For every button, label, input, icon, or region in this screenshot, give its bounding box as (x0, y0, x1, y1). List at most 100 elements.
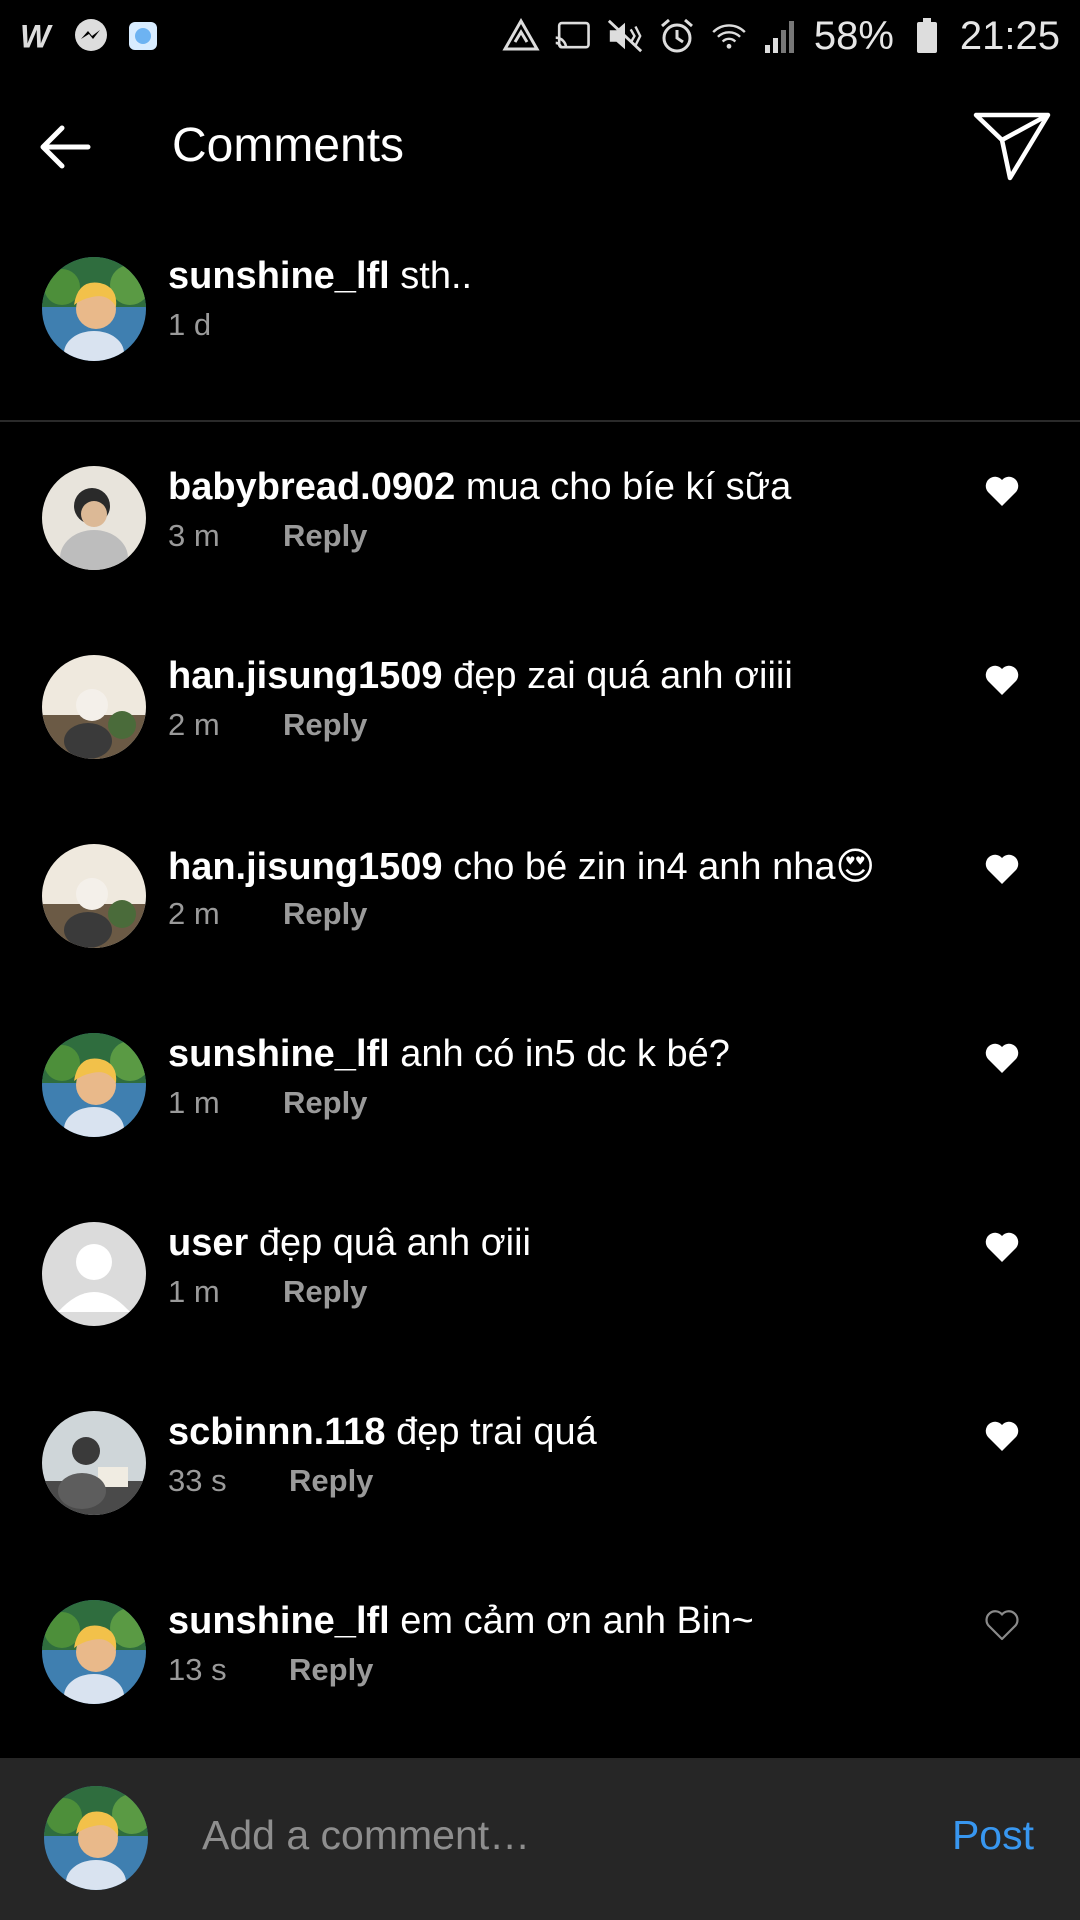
comment-time: 2 m (168, 707, 220, 742)
caption-text: sth.. (400, 255, 473, 297)
back-arrow-icon (40, 125, 91, 169)
comment-text: đẹp zai quá anh ơiiii (453, 655, 793, 697)
status-bar-left: W (20, 17, 162, 55)
avatar[interactable] (42, 1033, 146, 1137)
divider (0, 420, 1080, 422)
comment-meta: 1 m Reply (168, 1274, 367, 1310)
reply-button[interactable]: Reply (283, 896, 367, 932)
like-button[interactable] (984, 1230, 1020, 1264)
my-avatar (44, 1786, 148, 1890)
reply-button[interactable]: Reply (283, 1085, 367, 1121)
signal-icon (762, 17, 800, 55)
like-button[interactable] (984, 663, 1020, 697)
messenger-icon (72, 17, 110, 55)
comment-meta: 13 s Reply (168, 1652, 373, 1688)
wifi-icon (710, 17, 748, 55)
comment-time: 1 m (168, 1085, 220, 1120)
heart-outline-icon (985, 1610, 1019, 1641)
post-button[interactable]: Post (952, 1812, 1034, 1859)
status-bar-right: 58% 21:25 (502, 14, 1060, 59)
avatar[interactable] (42, 1411, 146, 1515)
comment-meta: 2 m Reply (168, 707, 367, 743)
cast-icon (554, 17, 592, 55)
comment-text-line: sunshine_lfl anh có in5 dc k bé? (168, 1033, 730, 1076)
clock: 21:25 (959, 13, 1060, 58)
comment-username[interactable]: scbinnn.118 (168, 1411, 386, 1453)
battery-percent: 58% (813, 13, 894, 58)
comment-meta: 3 m Reply (168, 518, 367, 554)
w-app-icon: W (20, 17, 58, 55)
comment-username[interactable]: han.jisung1509 (168, 846, 443, 888)
comment-row: scbinnn.118 đẹp trai quá 33 s Reply (0, 1411, 1080, 1561)
reply-button[interactable]: Reply (289, 1463, 373, 1499)
page-title: Comments (172, 119, 405, 172)
app-notification-icon (124, 17, 162, 55)
like-button[interactable] (984, 1041, 1020, 1075)
alarm-icon (658, 17, 696, 55)
comment-username[interactable]: sunshine_lfl (168, 1033, 390, 1075)
avatar[interactable] (42, 1600, 146, 1704)
top-bar: Comments (0, 90, 1080, 200)
avatar[interactable] (42, 1222, 146, 1326)
default-avatar-icon (42, 1222, 146, 1326)
mute-icon (606, 17, 644, 55)
avatar[interactable] (42, 466, 146, 570)
comment-row: han.jisung1509 cho bé zin in4 anh nha😍 2… (0, 844, 1080, 994)
reply-button[interactable]: Reply (283, 518, 367, 554)
comment-text: anh có in5 dc k bé? (400, 1033, 730, 1075)
like-button[interactable] (984, 1419, 1020, 1453)
avatar[interactable] (42, 257, 146, 361)
comment-text: em cảm ơn anh Bin~ (400, 1600, 754, 1642)
direct-share-button[interactable] (972, 110, 1052, 182)
comment-text-line: scbinnn.118 đẹp trai quá (168, 1411, 597, 1454)
reply-button[interactable]: Reply (283, 1274, 367, 1310)
comment-time: 13 s (168, 1652, 227, 1687)
comment-meta: 1 m Reply (168, 1085, 367, 1121)
like-button[interactable] (984, 474, 1020, 508)
comment-meta: 33 s Reply (168, 1463, 373, 1499)
like-button[interactable] (984, 1608, 1020, 1642)
comment-row: babybread.0902 mua cho bíe kí sữa 3 m Re… (0, 466, 1080, 616)
recycle-icon (502, 17, 540, 55)
comment-username[interactable]: sunshine_lfl (168, 1600, 390, 1642)
back-button[interactable] (36, 118, 94, 176)
heart-filled-icon (985, 476, 1019, 506)
battery-icon (908, 17, 946, 55)
post-caption: sunshine_lfl sth.. 1 d (0, 255, 1080, 420)
comment-row: sunshine_lfl em cảm ơn anh Bin~ 13 s Rep… (0, 1600, 1080, 1750)
comment-text: cho bé zin in4 anh nha😍 (453, 846, 876, 888)
comment-text: đẹp quâ anh ơiii (258, 1222, 531, 1264)
reply-button[interactable]: Reply (289, 1652, 373, 1688)
paper-plane-icon (973, 112, 1051, 181)
heart-filled-icon (985, 1421, 1019, 1451)
reply-button[interactable]: Reply (283, 707, 367, 743)
caption-username[interactable]: sunshine_lfl (168, 255, 390, 297)
comment-input[interactable]: Add a comment… (202, 1812, 530, 1859)
heart-filled-icon (985, 854, 1019, 884)
status-bar: W 58% 21:25 (0, 0, 1080, 72)
comment-text-line: user đẹp quâ anh ơiii (168, 1222, 531, 1265)
comment-text-line: babybread.0902 mua cho bíe kí sữa (168, 466, 791, 509)
comment-text-line: han.jisung1509 cho bé zin in4 anh nha😍 (168, 844, 875, 889)
caption-time: 1 d (168, 307, 212, 342)
comment-composer: Add a comment… Post (0, 1758, 1080, 1920)
comment-username[interactable]: han.jisung1509 (168, 655, 443, 697)
heart-filled-icon (985, 1043, 1019, 1073)
avatar[interactable] (42, 655, 146, 759)
comment-text: đẹp trai quá (396, 1411, 597, 1453)
comment-username[interactable]: user (168, 1222, 248, 1264)
comment-row: user đẹp quâ anh ơiii 1 m Reply (0, 1222, 1080, 1372)
heart-filled-icon (985, 1232, 1019, 1262)
comment-text: mua cho bíe kí sữa (465, 466, 792, 508)
comment-text-line: sunshine_lfl em cảm ơn anh Bin~ (168, 1600, 754, 1643)
svg-text:W: W (20, 19, 53, 53)
comment-time: 33 s (168, 1463, 227, 1498)
caption-text-line: sunshine_lfl sth.. (168, 255, 472, 298)
comment-time: 1 m (168, 1274, 220, 1309)
avatar[interactable] (42, 844, 146, 948)
comment-meta: 2 m Reply (168, 896, 367, 932)
like-button[interactable] (984, 852, 1020, 886)
heart-filled-icon (985, 665, 1019, 695)
comment-row: han.jisung1509 đẹp zai quá anh ơiiii 2 m… (0, 655, 1080, 805)
comment-username[interactable]: babybread.0902 (168, 466, 455, 508)
